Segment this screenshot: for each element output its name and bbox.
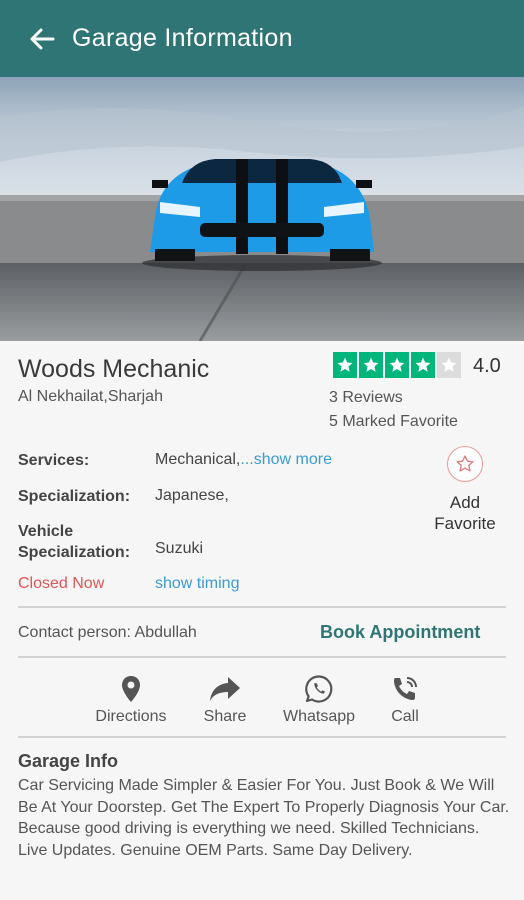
call-label: Call xyxy=(391,708,419,725)
reviews-link[interactable]: 3 Reviews xyxy=(329,389,403,407)
book-appointment-button[interactable]: Book Appointment xyxy=(320,622,480,643)
open-status: Closed Now xyxy=(18,575,105,592)
show-more-link[interactable]: ...show more xyxy=(240,451,332,468)
add-favorite-line2: Favorite xyxy=(434,514,496,533)
contact-person: Contact person: Abdullah xyxy=(18,624,197,641)
add-favorite-button[interactable]: Add Favorite xyxy=(424,446,506,534)
favorite-circle xyxy=(447,446,483,482)
call-button[interactable]: Call xyxy=(380,674,430,726)
vehicle-label-line2: Specialization: xyxy=(18,544,131,561)
whatsapp-label: Whatsapp xyxy=(282,708,356,725)
star-outline-icon xyxy=(456,455,474,472)
divider xyxy=(18,606,506,608)
garage-location: Al Nekhailat,Sharjah xyxy=(18,388,163,405)
services-text: Mechanical, xyxy=(155,451,241,468)
whatsapp-icon xyxy=(305,675,333,703)
share-label: Share xyxy=(203,708,247,725)
directions-label: Directions xyxy=(95,708,167,725)
services-value: Mechanical,...show more xyxy=(155,451,332,469)
star-filled-icon xyxy=(333,352,357,378)
divider xyxy=(18,736,506,738)
rating-value: 4.0 xyxy=(473,355,501,377)
vehicle-specialization-value: Suzuki xyxy=(155,540,204,557)
app-bar: Garage Information xyxy=(0,0,524,77)
services-label: Services: xyxy=(18,452,90,469)
specialization-value: Japanese, xyxy=(155,487,229,504)
share-arrow-icon xyxy=(210,677,240,701)
star-rating xyxy=(333,352,461,378)
vehicle-label-line1: Vehicle xyxy=(18,523,74,540)
garage-cover-image xyxy=(0,77,524,341)
garage-info-title: Garage Info xyxy=(18,751,119,771)
location-pin-icon xyxy=(122,676,140,702)
star-filled-icon xyxy=(411,352,435,378)
garage-name: Woods Mechanic xyxy=(18,355,210,383)
star-empty-icon xyxy=(437,352,461,378)
share-button[interactable]: Share xyxy=(195,674,255,726)
whatsapp-button[interactable]: Whatsapp xyxy=(273,674,365,726)
vehicle-specialization-label: Vehicle Specialization: xyxy=(18,521,130,563)
add-favorite-line1: Add xyxy=(449,493,481,512)
directions-button[interactable]: Directions xyxy=(85,674,177,726)
back-button[interactable] xyxy=(22,19,62,59)
show-timing-link[interactable]: show timing xyxy=(155,575,239,593)
favorite-count: 5 Marked Favorite xyxy=(329,413,458,430)
star-filled-icon xyxy=(385,352,409,378)
arrow-left-icon xyxy=(30,28,55,49)
divider xyxy=(18,656,506,658)
specialization-label: Specialization: xyxy=(18,488,131,505)
add-favorite-label: Add Favorite xyxy=(434,492,495,534)
star-filled-icon xyxy=(359,352,383,378)
garage-info-description: Car Servicing Made Simpler & Easier For … xyxy=(18,777,510,859)
phone-call-icon xyxy=(394,677,417,700)
page-title: Garage Information xyxy=(72,24,293,52)
